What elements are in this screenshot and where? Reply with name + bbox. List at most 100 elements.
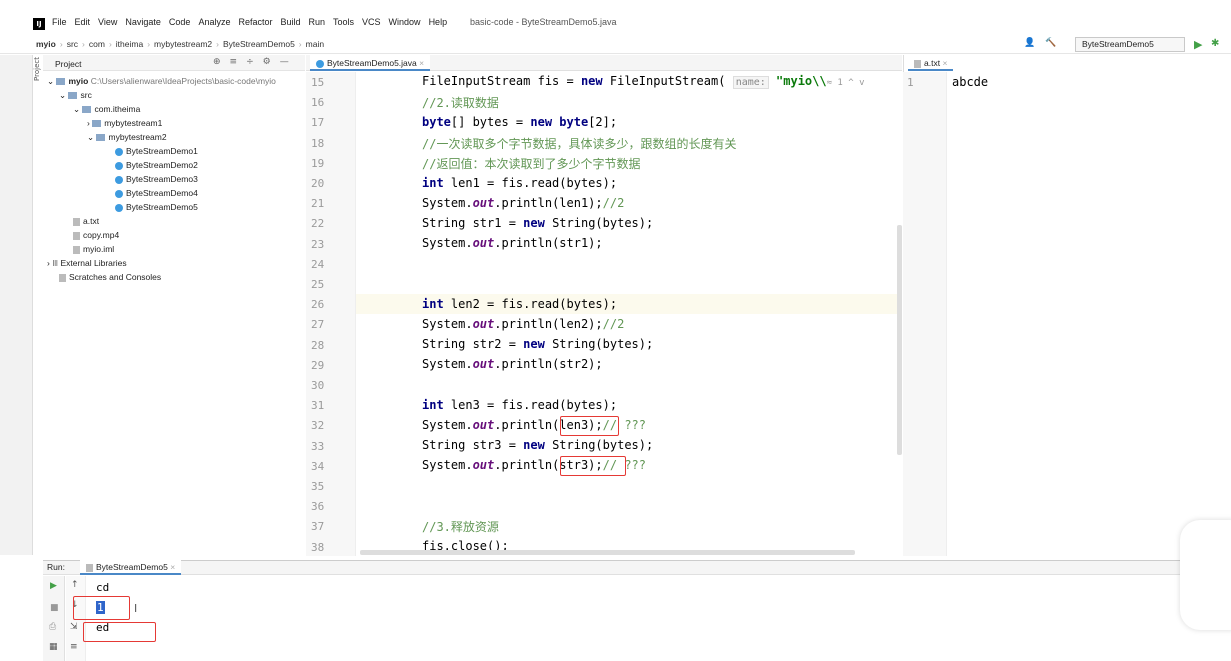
text-file-content[interactable]: abcde (952, 75, 988, 89)
chevron-down-icon[interactable]: ⌄ (87, 132, 96, 142)
user-icon[interactable]: 👤 (1024, 38, 1035, 48)
close-icon[interactable]: × (170, 562, 175, 572)
tree-item-src[interactable]: ⌄ src (43, 88, 276, 102)
breadcrumb-src[interactable]: src (67, 39, 78, 49)
menu-file[interactable]: File (52, 17, 67, 27)
code-text: String(bytes); (544, 216, 654, 230)
layout-icon[interactable]: ▦ (49, 642, 58, 652)
line-number: 30 (311, 379, 325, 392)
close-icon[interactable]: × (419, 58, 424, 68)
tree-item-class[interactable]: ByteStreamDemo1 (43, 144, 276, 158)
up-arrow-icon[interactable]: ↑ (71, 580, 79, 590)
print-icon[interactable]: ≡ (70, 642, 78, 652)
code-line-22[interactable]: String str1 = new String(bytes); (422, 216, 653, 230)
project-tree: ⌄ myio C:\Users\alienware\IdeaProjects\b… (43, 74, 276, 284)
wrap-icon[interactable]: ⇲ (70, 622, 78, 632)
run-tab[interactable]: ByteStreamDemo5 × (80, 560, 182, 575)
debug-icon[interactable]: ✱ (1211, 38, 1219, 49)
line-number: 26 (311, 298, 325, 312)
run-configuration-select[interactable]: ByteStreamDemo5 (1075, 37, 1185, 52)
rerun-icon[interactable]: ▶ (50, 581, 57, 591)
code-line-20[interactable]: int len1 = fis.read(bytes); (422, 176, 617, 190)
tree-item-class[interactable]: ByteStreamDemo5 (43, 200, 276, 214)
breadcrumb-main[interactable]: main (306, 39, 324, 49)
menu-window[interactable]: Window (389, 17, 421, 27)
build-hammer-icon[interactable]: 🔨 (1045, 38, 1056, 48)
menu-help[interactable]: Help (429, 17, 448, 27)
code-line-26[interactable]: int len2 = fis.read(bytes); (422, 297, 617, 311)
code-line-31[interactable]: int len3 = fis.read(bytes); (422, 398, 617, 412)
code-line-19[interactable]: //返回值：本次读取到了多少个字节数据 (422, 155, 640, 172)
chevron-down-icon[interactable]: ⌄ (73, 104, 82, 114)
tree-item-class[interactable]: ByteStreamDemo3 (43, 172, 276, 186)
run-config-icon (86, 563, 93, 572)
line-number: 16 (311, 96, 325, 110)
breadcrumb-com[interactable]: com (89, 39, 105, 49)
menu-code[interactable]: Code (169, 17, 191, 27)
secondary-editor-gutter (903, 72, 947, 556)
menu-build[interactable]: Build (280, 17, 300, 27)
code-line-37[interactable]: //3.释放资源 (422, 518, 499, 535)
code-line-16[interactable]: //2.读取数据 (422, 94, 499, 111)
code-text: FileInputStream( (602, 74, 733, 88)
code-text: System. (422, 317, 473, 331)
menu-analyze[interactable]: Analyze (198, 17, 230, 27)
menu-edit[interactable]: Edit (75, 17, 91, 27)
code-text: .println(len1); (494, 196, 603, 210)
breadcrumb-myio[interactable]: myio (36, 39, 56, 49)
code-text: .println(str2); (494, 357, 603, 371)
code-line-28[interactable]: String str2 = new String(bytes); (422, 337, 653, 351)
tree-item-external-libraries[interactable]: › Ⅲ External Libraries (43, 256, 276, 270)
code-line-27[interactable]: System.out.println(len2);//2 (422, 317, 624, 331)
tree-item-scratches[interactable]: Scratches and Consoles (43, 270, 276, 284)
chevron-down-icon[interactable]: ⌄ (59, 90, 68, 100)
floating-widget[interactable] (1180, 520, 1231, 630)
code-line-23[interactable]: System.out.println(str1); (422, 236, 603, 250)
collapse-all-icon[interactable]: ÷ (246, 57, 254, 67)
tree-item-class[interactable]: ByteStreamDemo4 (43, 186, 276, 200)
breadcrumb-class[interactable]: ByteStreamDemo5 (223, 39, 295, 49)
editor-horizontal-scrollbar[interactable] (360, 550, 855, 555)
tree-item-class[interactable]: ByteStreamDemo2 (43, 158, 276, 172)
tree-item-file[interactable]: copy.mp4 (43, 228, 276, 242)
line-number: 25 (311, 278, 325, 291)
editor-tab[interactable]: ByteStreamDemo5.java × (310, 55, 431, 71)
annotation-box (560, 456, 626, 476)
breadcrumb-itheima[interactable]: itheima (116, 39, 143, 49)
expand-all-icon[interactable]: ≡ (230, 57, 238, 67)
chevron-down-icon[interactable]: ⌄ (47, 76, 56, 86)
tree-item-mybytestream2[interactable]: ⌄ mybytestream2 (43, 130, 276, 144)
stop-icon[interactable]: ■ (50, 603, 59, 613)
tree-root[interactable]: ⌄ myio C:\Users\alienware\IdeaProjects\b… (43, 74, 276, 88)
code-line-33[interactable]: String str3 = new String(bytes); (422, 438, 653, 452)
tree-item-file[interactable]: myio.iml (43, 242, 276, 256)
menu-navigate[interactable]: Navigate (125, 17, 161, 27)
breadcrumb-separator: › (59, 39, 63, 49)
tree-item-file[interactable]: a.txt (43, 214, 276, 228)
code-line-15[interactable]: FileInputStream fis = new FileInputStrea… (422, 74, 865, 89)
inspection-widget[interactable]: ≈ 1 ^ v (827, 78, 865, 88)
gear-icon[interactable]: ⚙ (263, 57, 271, 67)
menu-refactor[interactable]: Refactor (238, 17, 272, 27)
project-panel-title[interactable]: Project (55, 59, 81, 69)
menu-run[interactable]: Run (309, 17, 326, 27)
camera-icon[interactable]: ⎙ (49, 622, 56, 632)
menu-view[interactable]: View (98, 17, 117, 27)
menu-tools[interactable]: Tools (333, 17, 354, 27)
tree-item-mybytestream1[interactable]: › mybytestream1 (43, 116, 276, 130)
code-line-29[interactable]: System.out.println(str2); (422, 357, 603, 371)
code-line-21[interactable]: System.out.println(len1);//2 (422, 196, 624, 210)
menu-vcs[interactable]: VCS (362, 17, 381, 27)
code-keyword: int (422, 176, 444, 190)
editor-vertical-scrollbar[interactable] (897, 225, 902, 455)
minimize-icon[interactable]: — (280, 57, 289, 67)
close-icon[interactable]: × (942, 58, 947, 68)
locate-icon[interactable]: ⊕ (213, 57, 221, 67)
secondary-editor-tab[interactable]: a.txt × (908, 55, 954, 71)
breadcrumb-mybytestream2[interactable]: mybytestream2 (154, 39, 212, 49)
code-line-18[interactable]: //一次读取多个字节数据，具体读多少，跟数组的长度有关 (422, 135, 736, 152)
project-tool-tab[interactable]: Project (33, 57, 41, 81)
code-line-17[interactable]: byte[] bytes = new byte[2]; (422, 115, 617, 129)
tree-item-package[interactable]: ⌄ com.itheima (43, 102, 276, 116)
run-icon[interactable]: ▶ (1194, 38, 1202, 51)
